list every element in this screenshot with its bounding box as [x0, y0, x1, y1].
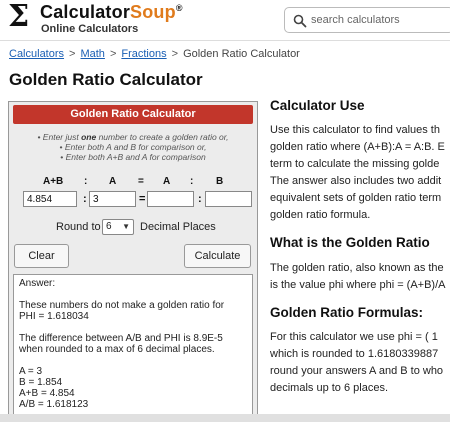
heading-calculator-use: Calculator Use	[270, 98, 365, 113]
chevron-down-icon: ▼	[122, 222, 130, 231]
calculate-button[interactable]: Calculate	[184, 244, 251, 268]
round-select-value: 6	[106, 221, 112, 232]
search-box[interactable]	[284, 7, 450, 33]
article-content: Calculator Use Use this calculator to fi…	[270, 98, 450, 397]
label-a: A	[109, 176, 117, 187]
instruction-line-1: • Enter just one number to create a gold…	[9, 132, 257, 142]
label-a-second: A	[163, 176, 171, 187]
breadcrumb-link-fractions[interactable]: Fractions	[121, 48, 166, 60]
paragraph-what-is-golden-ratio: The golden ratio, also known as the is t…	[270, 260, 450, 294]
a-input[interactable]	[89, 191, 136, 207]
text-line: Use this calculator to find values th	[270, 124, 440, 136]
horizontal-scrollbar[interactable]	[0, 414, 450, 422]
search-icon[interactable]	[293, 14, 307, 28]
logo-accent: Soup	[130, 2, 176, 22]
result-b: B = 1.854	[19, 377, 63, 388]
text-line: equivalent sets of golden ratio term	[270, 192, 442, 204]
text-line: The golden ratio, also known as the	[270, 262, 444, 274]
result-a-over-b: A/B = 1.618123	[19, 399, 89, 410]
text-line: golden ratio where (A+B):A = A:B. E	[270, 141, 445, 153]
calculator-title: Golden Ratio Calculator	[13, 105, 253, 124]
text-line: For this calculator we use phi = ( 1	[270, 331, 438, 343]
label-b: B	[216, 176, 224, 187]
answer-line: The difference between A/B and PHI is 8.…	[19, 333, 223, 344]
breadcrumb-separator: >	[109, 48, 117, 60]
instruction-text: number to create a golden ratio or,	[96, 132, 229, 142]
answer-heading: Answer:	[19, 278, 56, 289]
text-line: which is rounded to 1.6180339887	[270, 348, 439, 360]
a-plus-b-input[interactable]	[23, 191, 77, 207]
instruction-line-2: • Enter both A and B for comparison or,	[59, 142, 207, 152]
round-select[interactable]: 6 ▼	[102, 219, 134, 235]
paragraph-formulas: For this calculator we use phi = ( 1 whi…	[270, 329, 450, 397]
text-line: golden ratio formula.	[270, 209, 371, 221]
separator-equals: =	[139, 193, 146, 205]
text-line: decimals up to 6 places.	[270, 382, 389, 394]
breadcrumb-current: Golden Ratio Calculator	[183, 48, 300, 60]
site-logo[interactable]: CalculatorSoup®	[40, 2, 183, 23]
instruction-emphasis: one	[81, 132, 97, 142]
answer-line: PHI = 1.618034	[19, 311, 89, 322]
label-colon: :	[84, 176, 88, 187]
logo-main: Calculator	[40, 2, 131, 22]
label-a-plus-b: A+B	[43, 176, 64, 187]
answer-paragraph: These numbers do not make a golden ratio…	[19, 300, 247, 322]
answer-line: These numbers do not make a golden ratio…	[19, 300, 225, 311]
separator-colon: :	[198, 193, 202, 205]
page-title: Golden Ratio Calculator	[9, 70, 203, 89]
text-line: term to calculate the missing golde	[270, 158, 440, 170]
instruction-text: • Enter just	[37, 132, 82, 142]
text-line: is the value phi where phi = (A+B)/A	[270, 279, 446, 291]
answer-paragraph: The difference between A/B and PHI is 8.…	[19, 333, 247, 355]
logo-mark: ®	[175, 3, 183, 13]
breadcrumb-separator: >	[171, 48, 179, 60]
clear-button[interactable]: Clear	[14, 244, 69, 268]
text-line: round your answers A and B to who	[270, 365, 444, 377]
paragraph-calculator-use: Use this calculator to find values th go…	[270, 122, 450, 224]
text-line: The answer also includes two addit	[270, 175, 442, 187]
heading-golden-ratio-formulas: Golden Ratio Formulas:	[270, 305, 424, 320]
breadcrumb-link-math[interactable]: Math	[80, 48, 104, 60]
label-colon: :	[190, 176, 194, 187]
ratio-inputs: : = :	[9, 191, 257, 209]
search-input[interactable]	[311, 11, 450, 29]
site-header: Σ CalculatorSoup® Online Calculators	[0, 0, 450, 41]
result-a: A = 3	[19, 366, 43, 377]
round-label: Round to	[56, 221, 101, 233]
instruction-line-3: • Enter both A+B and A for comparison	[60, 152, 206, 162]
label-equals: =	[138, 176, 144, 187]
rounding-row: Round to 6 ▼ Decimal Places	[9, 219, 257, 237]
answer-line: when rounded to a max of 6 decimal place…	[19, 344, 215, 355]
separator-colon: :	[83, 193, 87, 205]
breadcrumb-link-calculators[interactable]: Calculators	[9, 48, 64, 60]
round-suffix: Decimal Places	[140, 221, 216, 233]
a-second-input[interactable]	[147, 191, 194, 207]
calculator-panel: Golden Ratio Calculator • Enter just one…	[8, 101, 258, 422]
answer-box: Answer: These numbers do not make a gold…	[13, 274, 253, 422]
breadcrumb-separator: >	[69, 48, 76, 60]
calculator-instructions: • Enter just one number to create a gold…	[9, 132, 257, 162]
logo-sigma-icon[interactable]: Σ	[8, 1, 38, 33]
heading-what-is-golden-ratio: What is the Golden Ratio	[270, 235, 430, 250]
logo-subtitle: Online Calculators	[41, 23, 139, 35]
ratio-labels: A+B : A = A : B	[9, 176, 257, 188]
result-a-plus-b: A+B = 4.854	[19, 388, 75, 399]
breadcrumb: Calculators > Math > Fractions > Golden Ratio …	[9, 48, 300, 60]
b-input[interactable]	[205, 191, 252, 207]
